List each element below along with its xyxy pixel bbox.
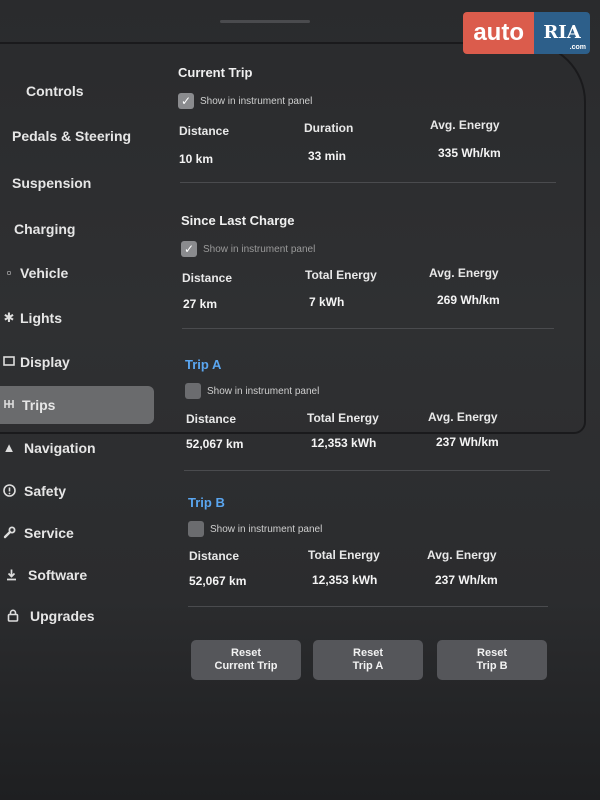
sun-icon: ✱ [3, 310, 15, 325]
vehicle-icon: ▫ [6, 265, 12, 280]
button-label-line: Reset [231, 647, 261, 659]
sidebar-item-lights[interactable]: ✱ Lights [0, 299, 154, 337]
trips-icon [2, 398, 16, 412]
car-icon [2, 84, 16, 98]
current-trip-title: Current Trip [178, 65, 253, 80]
lock-icon [6, 609, 20, 623]
reset-current-trip-button[interactable]: Reset Current Trip [191, 640, 301, 680]
current-trip-show-toggle[interactable]: ✓ Show in instrument panel [178, 93, 312, 109]
stat-value: 10 km [179, 152, 214, 166]
button-label-line: Trip B [476, 660, 508, 672]
trip-b-show-toggle[interactable]: Show in instrument panel [188, 521, 322, 537]
checkbox-label: Show in instrument panel [203, 243, 316, 255]
watermark-ria-sub: .com [569, 44, 586, 51]
stat-value: 7 kWh [309, 295, 345, 309]
sidebar-item-label: Suspension [12, 175, 92, 191]
stat-value: 12,353 kWh [311, 436, 377, 450]
stat-label: Total Energy [308, 548, 380, 562]
sidebar-item-charging[interactable]: Charging [0, 210, 154, 248]
stat-value: 237 Wh/km [436, 435, 499, 449]
trip-b-title: Trip B [188, 495, 225, 510]
sidebar-item-navigation[interactable]: ▲ Navigation [0, 429, 154, 467]
sidebar-item-service[interactable]: Service [0, 514, 154, 552]
checkbox-unchecked-icon[interactable] [188, 521, 204, 537]
sidebar-item-label: Vehicle [20, 265, 69, 281]
sidebar-item-label: Navigation [24, 440, 96, 456]
button-label-line: Reset [477, 647, 507, 659]
stat-label: Avg. Energy [427, 548, 497, 562]
sidebar-item-label: Trips [22, 397, 56, 413]
sidebar-item-label: Safety [24, 483, 67, 499]
stat-value: 12,353 kWh [312, 573, 378, 587]
sidebar-item-vehicle[interactable]: ▫ Vehicle [0, 254, 154, 292]
safety-icon [2, 484, 16, 498]
stat-label: Distance [186, 412, 237, 426]
reset-trip-b-button[interactable]: Reset Trip B [437, 640, 547, 680]
stat-label: Distance [182, 271, 233, 285]
sidebar-item-label: Controls [26, 83, 84, 99]
checkbox-label: Show in instrument panel [210, 523, 323, 535]
checkbox-label: Show in instrument panel [200, 95, 313, 107]
sidebar-item-label: Upgrades [30, 608, 95, 624]
section-divider [182, 328, 554, 329]
section-divider [180, 182, 556, 183]
sidebar-item-label: Charging [14, 221, 76, 237]
sidebar-item-trips[interactable]: Trips [0, 386, 154, 424]
button-label-line: Trip A [352, 660, 384, 672]
since-last-charge-title: Since Last Charge [181, 213, 295, 228]
stat-value: 237 Wh/km [435, 573, 498, 587]
checkbox-checked-icon[interactable]: ✓ [181, 241, 197, 257]
stat-label: Avg. Energy [429, 266, 499, 280]
section-divider [184, 470, 550, 471]
display-icon [2, 355, 16, 369]
wrench-icon [2, 526, 16, 540]
navigation-icon: ▲ [2, 440, 16, 455]
sidebar-item-suspension[interactable]: Suspension [0, 164, 154, 202]
sidebar-item-software[interactable]: Software [0, 556, 154, 594]
checkbox-label: Show in instrument panel [207, 385, 320, 397]
section-divider [188, 606, 548, 607]
checkbox-unchecked-icon[interactable] [185, 383, 201, 399]
sidebar-item-upgrades[interactable]: Upgrades [0, 597, 154, 635]
since-charge-show-toggle[interactable]: ✓ Show in instrument panel [181, 241, 315, 257]
sidebar-item-pedals-steering[interactable]: Pedals & Steering [0, 117, 154, 155]
trips-settings-screen: auto RIA .com Controls Pedals & Steering… [0, 0, 600, 800]
trips-panel: Current Trip ✓ Show in instrument panel … [170, 0, 560, 800]
stat-value: 33 min [308, 149, 347, 163]
stat-label: Avg. Energy [428, 410, 498, 424]
stat-label: Duration [304, 121, 354, 135]
sidebar-item-label: Service [24, 525, 74, 541]
sidebar-item-display[interactable]: Display [0, 343, 154, 381]
checkbox-checked-icon[interactable]: ✓ [178, 93, 194, 109]
stat-label: Distance [189, 549, 240, 563]
button-label-line: Reset [353, 647, 383, 659]
stat-label: Total Energy [307, 411, 379, 425]
stat-value: 335 Wh/km [438, 146, 501, 160]
reset-trip-a-button[interactable]: Reset Trip A [313, 640, 423, 680]
stat-label: Distance [179, 124, 230, 138]
sidebar-item-label: Software [28, 567, 88, 583]
sidebar-item-label: Pedals & Steering [12, 128, 132, 144]
sidebar-item-safety[interactable]: Safety [0, 472, 154, 510]
stat-label: Total Energy [305, 268, 377, 282]
download-icon [4, 568, 18, 582]
stat-value: 52,067 km [189, 574, 247, 588]
sidebar-item-label: Lights [20, 310, 62, 326]
stat-value: 52,067 km [186, 437, 244, 451]
sidebar-item-controls[interactable]: Controls [0, 72, 154, 110]
stat-value: 269 Wh/km [437, 293, 500, 307]
sidebar-item-label: Display [20, 354, 70, 370]
button-label-line: Current Trip [214, 660, 278, 672]
trip-a-title: Trip A [185, 357, 222, 372]
stat-label: Avg. Energy [430, 118, 500, 132]
trip-a-show-toggle[interactable]: Show in instrument panel [185, 383, 319, 399]
stat-value: 27 km [183, 297, 218, 311]
